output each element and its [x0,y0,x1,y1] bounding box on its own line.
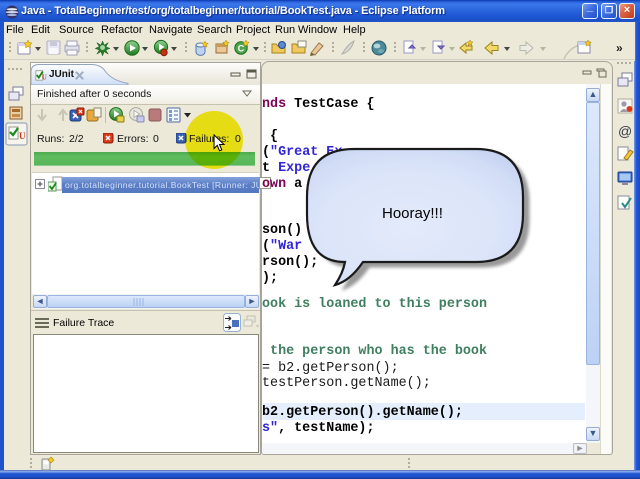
svg-text:C: C [238,44,245,54]
svg-text:»: » [616,41,623,55]
svg-text:U: U [19,131,26,141]
svg-text:U: U [42,74,47,81]
svg-text:@: @ [618,123,632,139]
